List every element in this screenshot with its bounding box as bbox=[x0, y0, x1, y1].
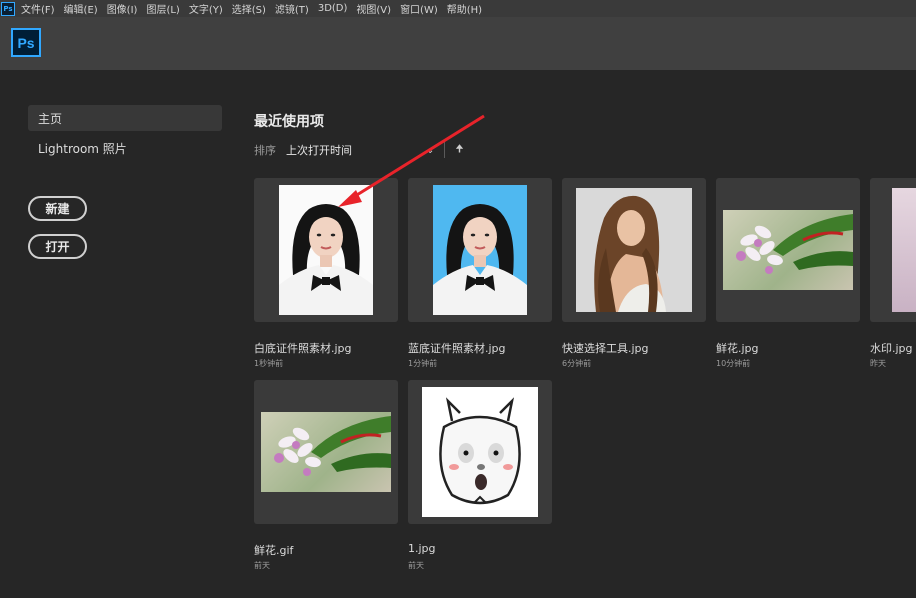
recent-file-card[interactable] bbox=[408, 178, 552, 322]
file-time: 前天 bbox=[254, 561, 270, 570]
sort-label: 排序 bbox=[254, 144, 276, 157]
file-time: 10分钟前 bbox=[716, 359, 751, 368]
recent-file-card[interactable] bbox=[716, 178, 860, 322]
chevron-down-icon[interactable]: ⌄ bbox=[426, 145, 434, 156]
file-time: 1分钟前 bbox=[408, 359, 438, 368]
file-thumbnail bbox=[433, 185, 527, 315]
menu-layer[interactable]: 图层(L) bbox=[146, 1, 179, 16]
home-header: Ps bbox=[0, 17, 916, 70]
recent-file-card[interactable] bbox=[408, 380, 552, 524]
file-name[interactable]: 鲜花.gif bbox=[254, 542, 293, 558]
sort-row: 排序 上次打开时间 ⌄ 🠉 bbox=[254, 140, 464, 160]
file-thumbnail bbox=[576, 188, 692, 312]
recent-file-card[interactable] bbox=[254, 380, 398, 524]
photoshop-app-icon: Ps bbox=[1, 1, 15, 16]
menu-image[interactable]: 图像(I) bbox=[107, 1, 138, 16]
file-name[interactable]: 1.jpg bbox=[408, 542, 436, 555]
recent-files-title: 最近使用项 bbox=[254, 114, 324, 130]
menu-file[interactable]: 文件(F) bbox=[21, 1, 55, 16]
file-name[interactable]: 白底证件照素材.jpg bbox=[254, 340, 352, 356]
file-name[interactable]: 蓝底证件照素材.jpg bbox=[408, 340, 506, 356]
sort-dropdown[interactable]: 上次打开时间 bbox=[286, 142, 352, 158]
file-thumbnail bbox=[892, 188, 916, 312]
menu-help[interactable]: 帮助(H) bbox=[447, 1, 482, 16]
recent-file-card[interactable] bbox=[870, 178, 916, 322]
file-thumbnail bbox=[261, 412, 391, 492]
sidebar-item-lightroom[interactable]: Lightroom 照片 bbox=[28, 135, 222, 161]
menu-select[interactable]: 选择(S) bbox=[232, 1, 266, 16]
file-time: 昨天 bbox=[870, 359, 886, 368]
menu-filter[interactable]: 滤镜(T) bbox=[275, 1, 309, 16]
file-time: 1秒钟前 bbox=[254, 359, 284, 368]
divider bbox=[444, 142, 446, 158]
file-thumbnail bbox=[279, 185, 373, 315]
file-time: 前天 bbox=[408, 561, 424, 570]
file-name[interactable]: 快速选择工具.jpg bbox=[562, 340, 649, 356]
sort-ascending-icon[interactable]: 🠉 bbox=[455, 142, 463, 159]
recent-file-card[interactable] bbox=[562, 178, 706, 322]
menu-edit[interactable]: 编辑(E) bbox=[64, 1, 98, 16]
photoshop-logo[interactable]: Ps bbox=[11, 28, 41, 57]
menu-window[interactable]: 窗口(W) bbox=[400, 1, 438, 16]
menu-type[interactable]: 文字(Y) bbox=[189, 1, 223, 16]
new-button[interactable]: 新建 bbox=[28, 196, 87, 221]
file-time: 6分钟前 bbox=[562, 359, 592, 368]
sidebar-item-home[interactable]: 主页 bbox=[28, 105, 222, 131]
file-name[interactable]: 鲜花.jpg bbox=[716, 340, 759, 356]
recent-file-card[interactable] bbox=[254, 178, 398, 322]
menu-bar: Ps 文件(F) 编辑(E) 图像(I) 图层(L) 文字(Y) 选择(S) 滤… bbox=[0, 0, 916, 17]
open-button[interactable]: 打开 bbox=[28, 234, 87, 259]
menu-view[interactable]: 视图(V) bbox=[356, 1, 391, 16]
file-name[interactable]: 水印.jpg bbox=[870, 340, 913, 356]
file-thumbnail bbox=[723, 210, 853, 290]
menu-3d[interactable]: 3D(D) bbox=[318, 3, 348, 14]
file-thumbnail bbox=[422, 387, 538, 517]
